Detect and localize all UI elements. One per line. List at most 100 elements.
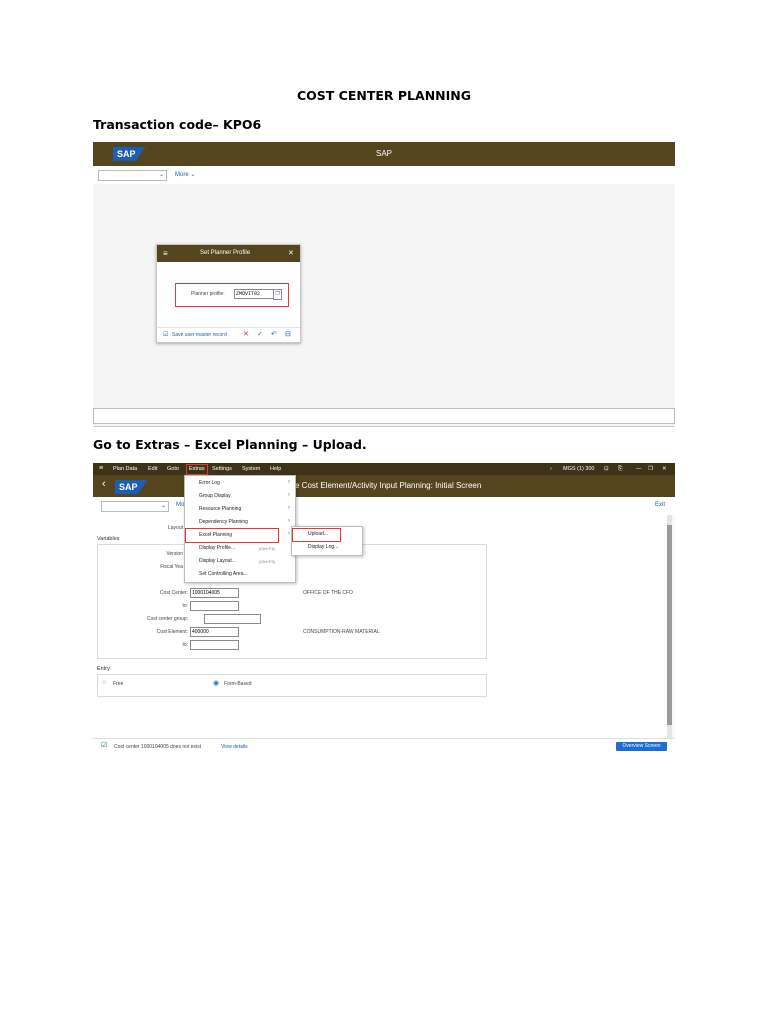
status-message: Cost center 1000104005 does not exist bbox=[114, 744, 202, 750]
menu-item-set-controlling-area[interactable]: Set Controlling Area... bbox=[199, 571, 248, 577]
vertical-scrollbar[interactable] bbox=[667, 515, 672, 738]
entry-heading: Entry bbox=[97, 666, 110, 672]
undo-icon[interactable]: ↶ bbox=[271, 328, 277, 342]
restore-icon[interactable]: ❐ bbox=[648, 463, 653, 475]
sap-logo: SAP bbox=[115, 480, 148, 494]
menu-item-upload[interactable]: Upload... bbox=[308, 531, 328, 537]
chevron-right-icon: › bbox=[288, 492, 290, 498]
to-label: to: bbox=[182, 642, 188, 648]
title-bar: ‹ SAP e Cost Element/Activity Input Plan… bbox=[93, 475, 675, 497]
menu-item-error-log[interactable]: Error Log bbox=[199, 480, 220, 486]
cost-center-group-label: Cost center group: bbox=[146, 616, 188, 622]
menu-item-resource-planning[interactable]: Resource Planning bbox=[199, 506, 241, 512]
hamburger-icon[interactable]: ≡ bbox=[99, 463, 103, 475]
toolbar: ⌄ More ⌄ bbox=[93, 166, 675, 184]
exit-button[interactable]: Exit bbox=[655, 502, 665, 508]
shortcut-icon[interactable]: ⊡ bbox=[604, 463, 609, 475]
menu-item-display-profile[interactable]: Display Profile... bbox=[199, 545, 235, 551]
more-label: More bbox=[175, 172, 189, 178]
to-label: to: bbox=[182, 603, 188, 609]
fiscal-year-label: Fiscal Yea bbox=[160, 564, 183, 570]
cancel-icon[interactable]: ✕ bbox=[243, 328, 249, 342]
form-based-radio[interactable]: ◉ bbox=[213, 679, 219, 687]
cost-element-description: CONSUMPTION-RAW MATERIAL bbox=[303, 629, 380, 635]
more-menu[interactable]: More ⌄ bbox=[175, 171, 195, 178]
planner-profile-label: Planner profile: bbox=[191, 291, 225, 297]
set-planner-profile-dialog: ≡ Set Planner Profile ✕ Planner profile:… bbox=[156, 244, 301, 343]
hamburger-icon[interactable]: ≡ bbox=[163, 245, 168, 262]
chevron-right-icon: › bbox=[288, 505, 290, 511]
menu-system[interactable]: System bbox=[242, 463, 260, 475]
variables-heading: Variables bbox=[97, 536, 120, 542]
menu-plan-data[interactable]: Plan Data bbox=[113, 463, 137, 475]
menu-edit[interactable]: Edit bbox=[148, 463, 157, 475]
screenshot-excel-planning: ≡ Plan Data Edit Goto Extras Settings Sy… bbox=[93, 463, 675, 755]
menu-item-dependency-planning[interactable]: Dependency Planning bbox=[199, 519, 248, 525]
free-label: Free bbox=[113, 681, 124, 687]
window-title: SAP bbox=[375, 149, 392, 158]
menu-item-display-layout[interactable]: Display Layout... bbox=[199, 558, 236, 564]
entry-group bbox=[97, 674, 487, 697]
checkbox-icon[interactable]: ☑ bbox=[101, 741, 107, 749]
shortcut-text: (Ctrl+F4) bbox=[259, 546, 275, 551]
version-label: Version bbox=[166, 551, 183, 557]
minimize-icon[interactable]: — bbox=[636, 463, 642, 475]
checkbox-icon[interactable]: ☑ bbox=[163, 328, 168, 342]
dialog-footer: ☑ Save user master record ✕ ✓ ↶ ⊟ bbox=[157, 327, 300, 342]
system-info: MGS (1) 300 bbox=[563, 466, 595, 472]
layout-label: Layout bbox=[167, 525, 183, 531]
excel-planning-submenu: Upload... Display Log... bbox=[291, 526, 363, 556]
view-details-link[interactable]: View details bbox=[221, 744, 248, 750]
cost-center-group-input[interactable] bbox=[204, 614, 261, 624]
transaction-code-text: Transaction code– KPO6 bbox=[93, 117, 262, 132]
main-content: Layout Variables Version Fiscal Yea Cost… bbox=[93, 515, 667, 738]
status-bar: ☑ Cost center 1000104005 does not exist … bbox=[93, 738, 675, 755]
document-title: COST CENTER PLANNING bbox=[297, 88, 471, 103]
screen-title: e Cost Element/Activity Input Planning: … bbox=[295, 481, 482, 490]
extras-highlight-box bbox=[186, 464, 208, 475]
save-user-master-label: Save user master record bbox=[172, 332, 227, 338]
value-help-icon[interactable]: ❐ bbox=[273, 289, 282, 300]
status-bar bbox=[93, 408, 675, 424]
chevron-right-icon: › bbox=[288, 518, 290, 524]
cost-center-label: Cost Center: bbox=[159, 590, 188, 596]
menu-item-group-display[interactable]: Group Display bbox=[199, 493, 231, 499]
cost-element-label: Cost Element: bbox=[156, 629, 188, 635]
cost-center-to-input[interactable] bbox=[190, 601, 239, 611]
scroll-thumb[interactable] bbox=[667, 525, 672, 725]
menu-bar: ≡ Plan Data Edit Goto Extras Settings Sy… bbox=[93, 463, 675, 475]
instruction-text: Go to Extras – Excel Planning – Upload. bbox=[93, 437, 367, 452]
cost-element-input[interactable]: 400000 bbox=[190, 627, 239, 637]
cost-center-description: OFFICE OF THE CFO bbox=[303, 590, 353, 596]
planner-profile-input[interactable]: ZMOVIT02 bbox=[234, 289, 275, 299]
form-based-label: Form-Based bbox=[224, 681, 252, 687]
chevron-right-icon: › bbox=[288, 479, 290, 485]
sap-shell-bar: SAP SAP bbox=[93, 142, 675, 166]
back-icon[interactable]: ‹ bbox=[102, 478, 106, 490]
cost-element-to-input[interactable] bbox=[190, 640, 239, 650]
lock-icon[interactable]: ⎘ bbox=[618, 463, 622, 475]
confirm-check-icon[interactable]: ✓ bbox=[257, 328, 263, 342]
shortcut-text: (Ctrl+F3) bbox=[259, 559, 275, 564]
close-icon[interactable]: ✕ bbox=[662, 463, 667, 475]
close-icon[interactable]: ✕ bbox=[288, 245, 294, 262]
menu-item-display-log[interactable]: Display Log... bbox=[308, 544, 338, 550]
dialog-title: Set Planner Profile bbox=[200, 250, 251, 256]
menu-help[interactable]: Help bbox=[270, 463, 281, 475]
command-field-dropdown[interactable]: ⌄ bbox=[98, 170, 167, 181]
overview-screen-button[interactable]: Overview Screen bbox=[616, 742, 667, 751]
chevron-down-icon: ⌄ bbox=[190, 172, 196, 178]
chevron-down-icon: ⌄ bbox=[158, 172, 164, 178]
dialog-header: ≡ Set Planner Profile ✕ bbox=[157, 245, 300, 262]
cost-center-input[interactable]: 1000104005 bbox=[190, 588, 239, 598]
menu-settings[interactable]: Settings bbox=[212, 463, 232, 475]
copy-icon[interactable]: ⊟ bbox=[285, 328, 291, 342]
menu-goto[interactable]: Goto bbox=[167, 463, 179, 475]
chevron-right-icon: › bbox=[288, 531, 290, 537]
free-radio[interactable]: ○ bbox=[102, 679, 106, 686]
chevron-right-icon[interactable]: › bbox=[550, 463, 552, 475]
menu-item-excel-planning[interactable]: Excel Planning bbox=[199, 532, 232, 538]
screenshot-planner-profile: SAP SAP ⌄ More ⌄ ≡ Set Planner Profile ✕… bbox=[93, 142, 675, 427]
command-field-dropdown[interactable]: ⌄ bbox=[101, 501, 169, 512]
toolbar: ⌄ Mo Exit bbox=[93, 497, 675, 515]
